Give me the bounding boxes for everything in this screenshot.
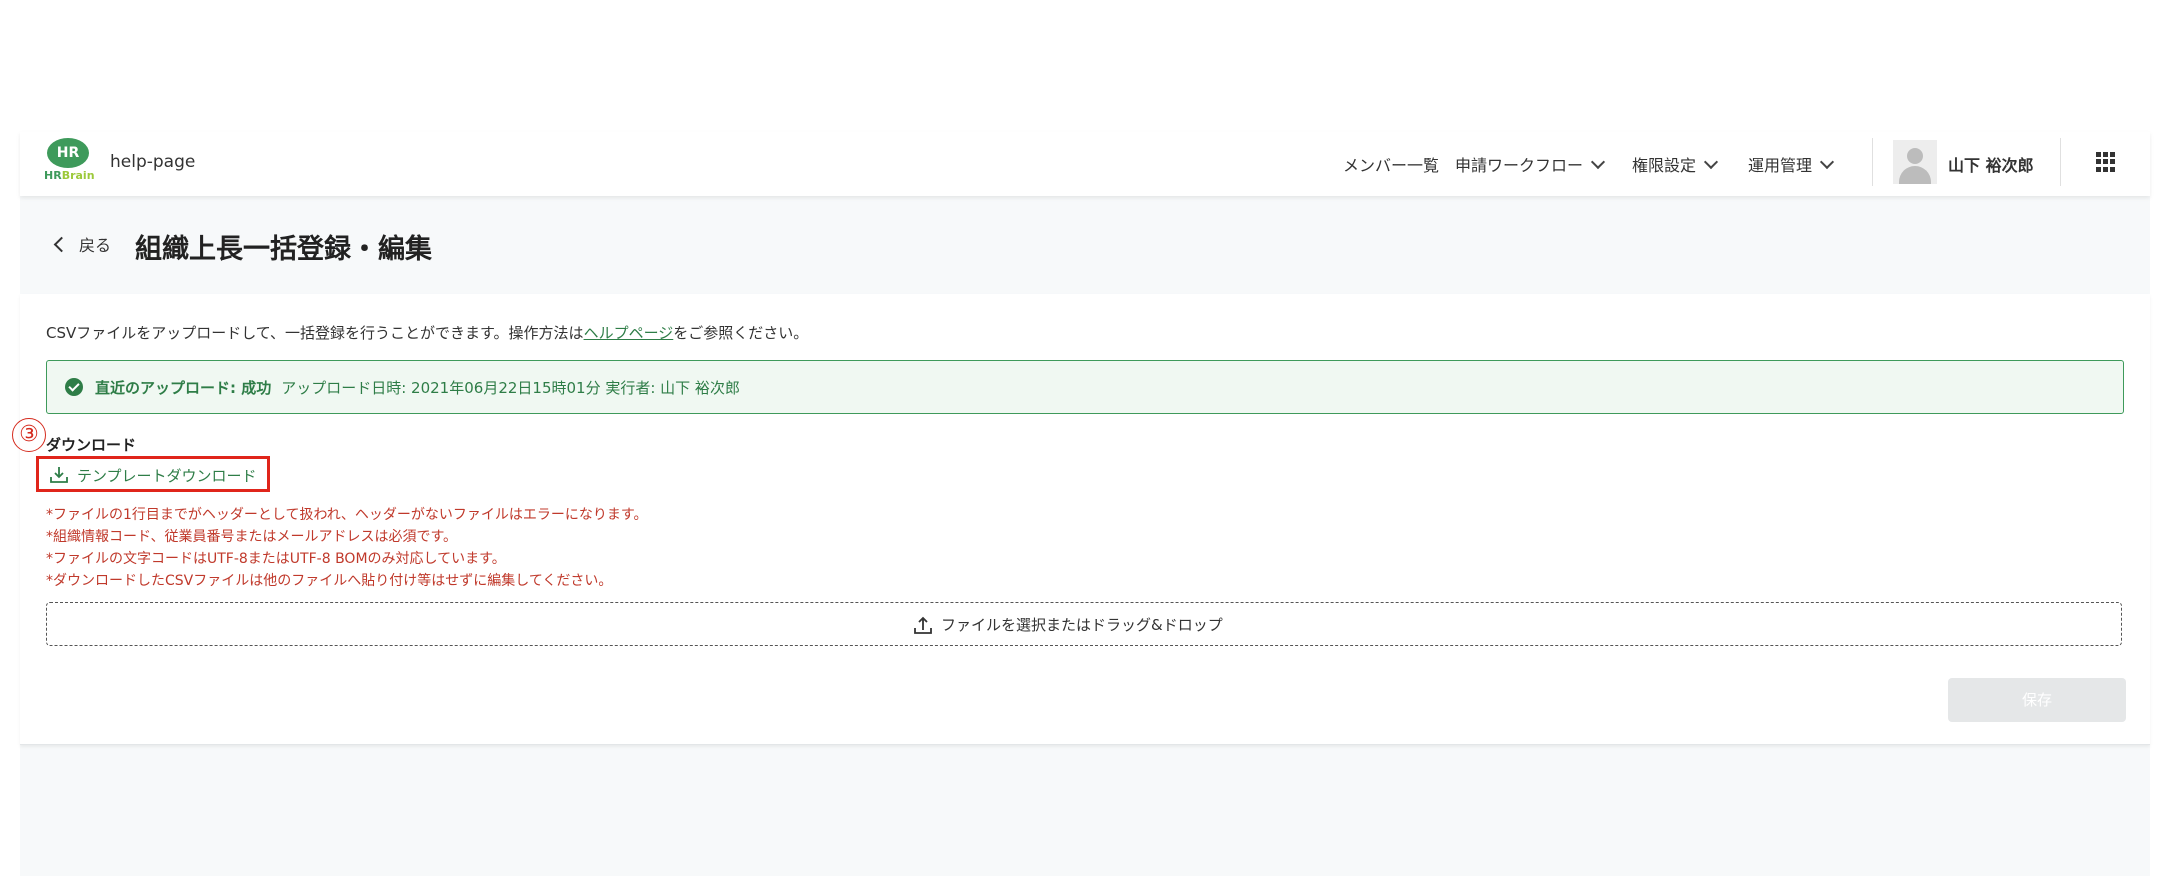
status-text: 直近のアップロード: 成功 アップロード日時: 2021年06月22日15時01分… bbox=[95, 377, 740, 398]
save-button[interactable]: 保存 bbox=[1948, 678, 2126, 722]
upload-panel: CSVファイルをアップロードして、一括登録を行うことができます。操作方法はヘルプ… bbox=[12, 294, 2150, 745]
avatar-head bbox=[1907, 148, 1923, 164]
dropzone-label: ファイルを選択またはドラッグ&ドロップ bbox=[941, 616, 1223, 634]
nav-label: メンバー一覧 bbox=[1343, 156, 1440, 175]
logo-wordmark: HRBrain bbox=[44, 169, 95, 182]
top-header: HR HRBrain help-page メンバー一覧 申請ワークフロー 権限設… bbox=[20, 132, 2150, 196]
nav-workflow[interactable]: 申請ワークフロー bbox=[1455, 152, 1606, 176]
template-download-button[interactable]: テンプレートダウンロード bbox=[36, 456, 270, 492]
avatar[interactable] bbox=[1893, 140, 1937, 184]
nav-label: 申請ワークフロー bbox=[1455, 156, 1584, 175]
note-item: *ファイルの文字コードはUTF-8またはUTF-8 BOMのみ対応しています。 bbox=[46, 551, 506, 567]
download-heading: ダウンロード bbox=[46, 436, 137, 454]
note-item: *ファイルの1行目までがヘッダーとして扱われ、ヘッダーがないファイルはエラーにな… bbox=[46, 507, 648, 523]
note-item: *組織情報コード、従業員番号またはメールアドレスは必須です。 bbox=[46, 529, 458, 545]
nav-permissions[interactable]: 権限設定 bbox=[1632, 152, 1719, 176]
app-name: help-page bbox=[110, 152, 196, 172]
notes: *ファイルの1行目までがヘッダーとして扱われ、ヘッダーがないファイルはエラーにな… bbox=[46, 504, 648, 592]
file-dropzone[interactable]: ファイルを選択またはドラッグ&ドロップ bbox=[46, 602, 2122, 646]
nav-member-list[interactable]: メンバー一覧 bbox=[1343, 152, 1439, 176]
upload-icon bbox=[914, 616, 932, 634]
download-icon bbox=[50, 467, 68, 483]
back-label: 戻る bbox=[79, 236, 112, 255]
description-text: CSVファイルをアップロードして、一括登録を行うことができます。操作方法は bbox=[46, 324, 584, 342]
status-label: 直近のアップロード: 成功 bbox=[95, 379, 272, 397]
user-name[interactable]: 山下 裕次郎 bbox=[1948, 152, 2034, 176]
app-grid-icon[interactable] bbox=[2096, 152, 2116, 172]
nav-label: 権限設定 bbox=[1632, 156, 1697, 175]
check-circle-icon bbox=[65, 378, 83, 396]
header-divider bbox=[1872, 138, 1873, 186]
app-shell: HR HRBrain help-page メンバー一覧 申請ワークフロー 権限設… bbox=[12, 132, 2150, 876]
nav-label: 運用管理 bbox=[1748, 156, 1813, 175]
header-divider bbox=[2060, 138, 2061, 186]
chevron-down-icon bbox=[1819, 154, 1835, 170]
back-link[interactable]: 戻る bbox=[53, 232, 112, 256]
status-detail: アップロード日時: 2021年06月22日15時01分 実行者: 山下 裕次郎 bbox=[281, 379, 740, 397]
note-item: *ダウンロードしたCSVファイルは他のファイルへ貼り付け等はせずに編集してくださ… bbox=[46, 573, 613, 589]
download-label: テンプレートダウンロード bbox=[77, 467, 257, 485]
description: CSVファイルをアップロードして、一括登録を行うことができます。操作方法はヘルプ… bbox=[46, 322, 808, 343]
chevron-left-icon bbox=[53, 236, 70, 253]
page-title: 組織上長一括登録・編集 bbox=[135, 234, 432, 265]
description-text: をご参照ください。 bbox=[673, 324, 809, 342]
hrbrain-logo[interactable]: HR HRBrain bbox=[44, 138, 95, 184]
logo-bubble: HR bbox=[47, 138, 89, 168]
chevron-down-icon bbox=[1703, 154, 1719, 170]
avatar-body bbox=[1899, 166, 1931, 184]
upload-status-banner: 直近のアップロード: 成功 アップロード日時: 2021年06月22日15時01分… bbox=[46, 360, 2124, 414]
help-page-link[interactable]: ヘルプページ bbox=[584, 324, 674, 342]
chevron-down-icon bbox=[1590, 154, 1606, 170]
nav-operations[interactable]: 運用管理 bbox=[1748, 152, 1835, 176]
step-marker: ③ bbox=[12, 418, 46, 452]
